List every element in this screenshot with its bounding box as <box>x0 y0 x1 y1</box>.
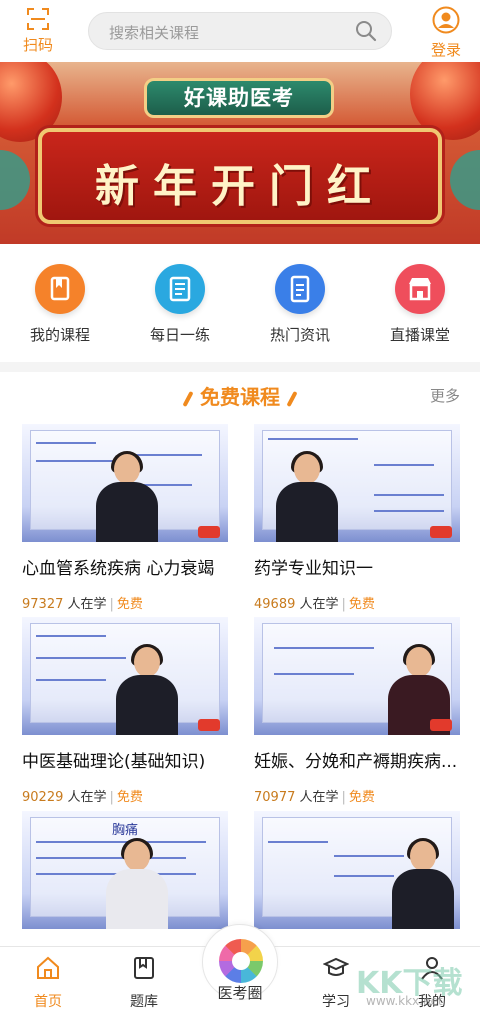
section-divider <box>0 362 480 372</box>
scan-label: 扫码 <box>22 36 53 54</box>
course-meta: 90229 人在学 | 免费 <box>22 790 143 805</box>
course-meta: 49689 人在学 | 免费 <box>254 597 375 612</box>
course-card[interactable]: 胸痛 <box>22 811 228 929</box>
more-link[interactable]: 更多 <box>430 385 460 406</box>
course-meta: 97327 人在学 | 免费 <box>22 597 143 612</box>
book-icon <box>35 264 85 314</box>
quick-link-label: 每日一练 <box>149 326 210 344</box>
login-label: 登录 <box>430 41 461 59</box>
graduation-cap-icon <box>322 957 350 976</box>
aperture-icon <box>219 939 263 983</box>
course-title: 药学专业知识一 <box>254 559 373 579</box>
watermark-logo: KK下载 www.kkx.net <box>356 966 463 1008</box>
promo-banner[interactable]: 好课助医考 新年开门红 <box>0 62 480 244</box>
course-thumbnail: 胸痛 <box>22 811 228 929</box>
course-thumbnail <box>254 617 460 735</box>
user-circle-icon <box>432 6 460 34</box>
nav-question-bank[interactable]: 题库 <box>112 955 176 1011</box>
course-thumbnail <box>254 424 460 542</box>
quick-link-label: 我的课程 <box>29 326 90 344</box>
scan-button[interactable]: 扫码 <box>18 6 58 55</box>
quick-link-daily-practice[interactable]: 每日一练 <box>130 264 230 345</box>
course-meta: 70977 人在学 | 免费 <box>254 790 375 805</box>
quick-links: 我的课程 每日一练 热门资讯 直播课堂 <box>0 250 480 360</box>
banner-headline: 新年开门红 <box>95 161 385 212</box>
course-thumbnail <box>254 811 460 929</box>
quick-link-live-class[interactable]: 直播课堂 <box>370 264 470 345</box>
search-input[interactable]: 搜索相关课程 <box>88 12 392 50</box>
nav-home[interactable]: 首页 <box>16 955 80 1011</box>
question-bank-icon <box>134 957 154 979</box>
nav-label: 题库 <box>130 994 158 1010</box>
scan-icon <box>27 8 49 30</box>
course-thumbnail <box>22 617 228 735</box>
quick-link-hot-news[interactable]: 热门资讯 <box>250 264 350 345</box>
search-placeholder: 搜索相关课程 <box>109 24 200 42</box>
quick-link-my-courses[interactable]: 我的课程 <box>10 264 110 345</box>
nav-label: 首页 <box>34 994 62 1010</box>
banner-plaque: 新年开门红 <box>38 128 442 224</box>
quick-link-label: 热门资讯 <box>269 326 330 344</box>
thumbnail-caption: 胸痛 <box>112 823 139 838</box>
notebook-icon <box>155 264 205 314</box>
login-button[interactable]: 登录 <box>426 6 466 60</box>
search-icon[interactable] <box>355 20 377 42</box>
ribbon-decoration <box>450 150 480 210</box>
course-title: 中医基础理论(基础知识) <box>22 752 206 772</box>
document-icon <box>275 264 325 314</box>
free-courses-header: 免费课程 更多 <box>0 378 480 412</box>
quick-link-label: 直播课堂 <box>389 326 450 344</box>
nav-label: 医考圈 <box>217 984 263 1002</box>
course-card[interactable] <box>254 811 460 929</box>
section-title: 免费课程 <box>0 381 480 410</box>
top-bar: 扫码 搜索相关课程 登录 <box>0 0 480 62</box>
course-card[interactable]: 心血管系统疾病 心力衰竭 97327 人在学 | 免费 <box>22 424 228 612</box>
course-card[interactable]: 药学专业知识一 49689 人在学 | 免费 <box>254 424 460 612</box>
course-thumbnail <box>22 424 228 542</box>
course-title: 妊娠、分娩和产褥期疾病... <box>254 752 458 772</box>
ribbon-decoration <box>0 150 30 210</box>
home-icon <box>37 956 59 979</box>
course-card[interactable]: 妊娠、分娩和产褥期疾病... 70977 人在学 | 免费 <box>254 617 460 805</box>
course-card[interactable]: 中医基础理论(基础知识) 90229 人在学 | 免费 <box>22 617 228 805</box>
shop-icon <box>395 264 445 314</box>
course-title: 心血管系统疾病 心力衰竭 <box>22 559 215 579</box>
banner-tag: 好课助医考 <box>144 78 334 118</box>
